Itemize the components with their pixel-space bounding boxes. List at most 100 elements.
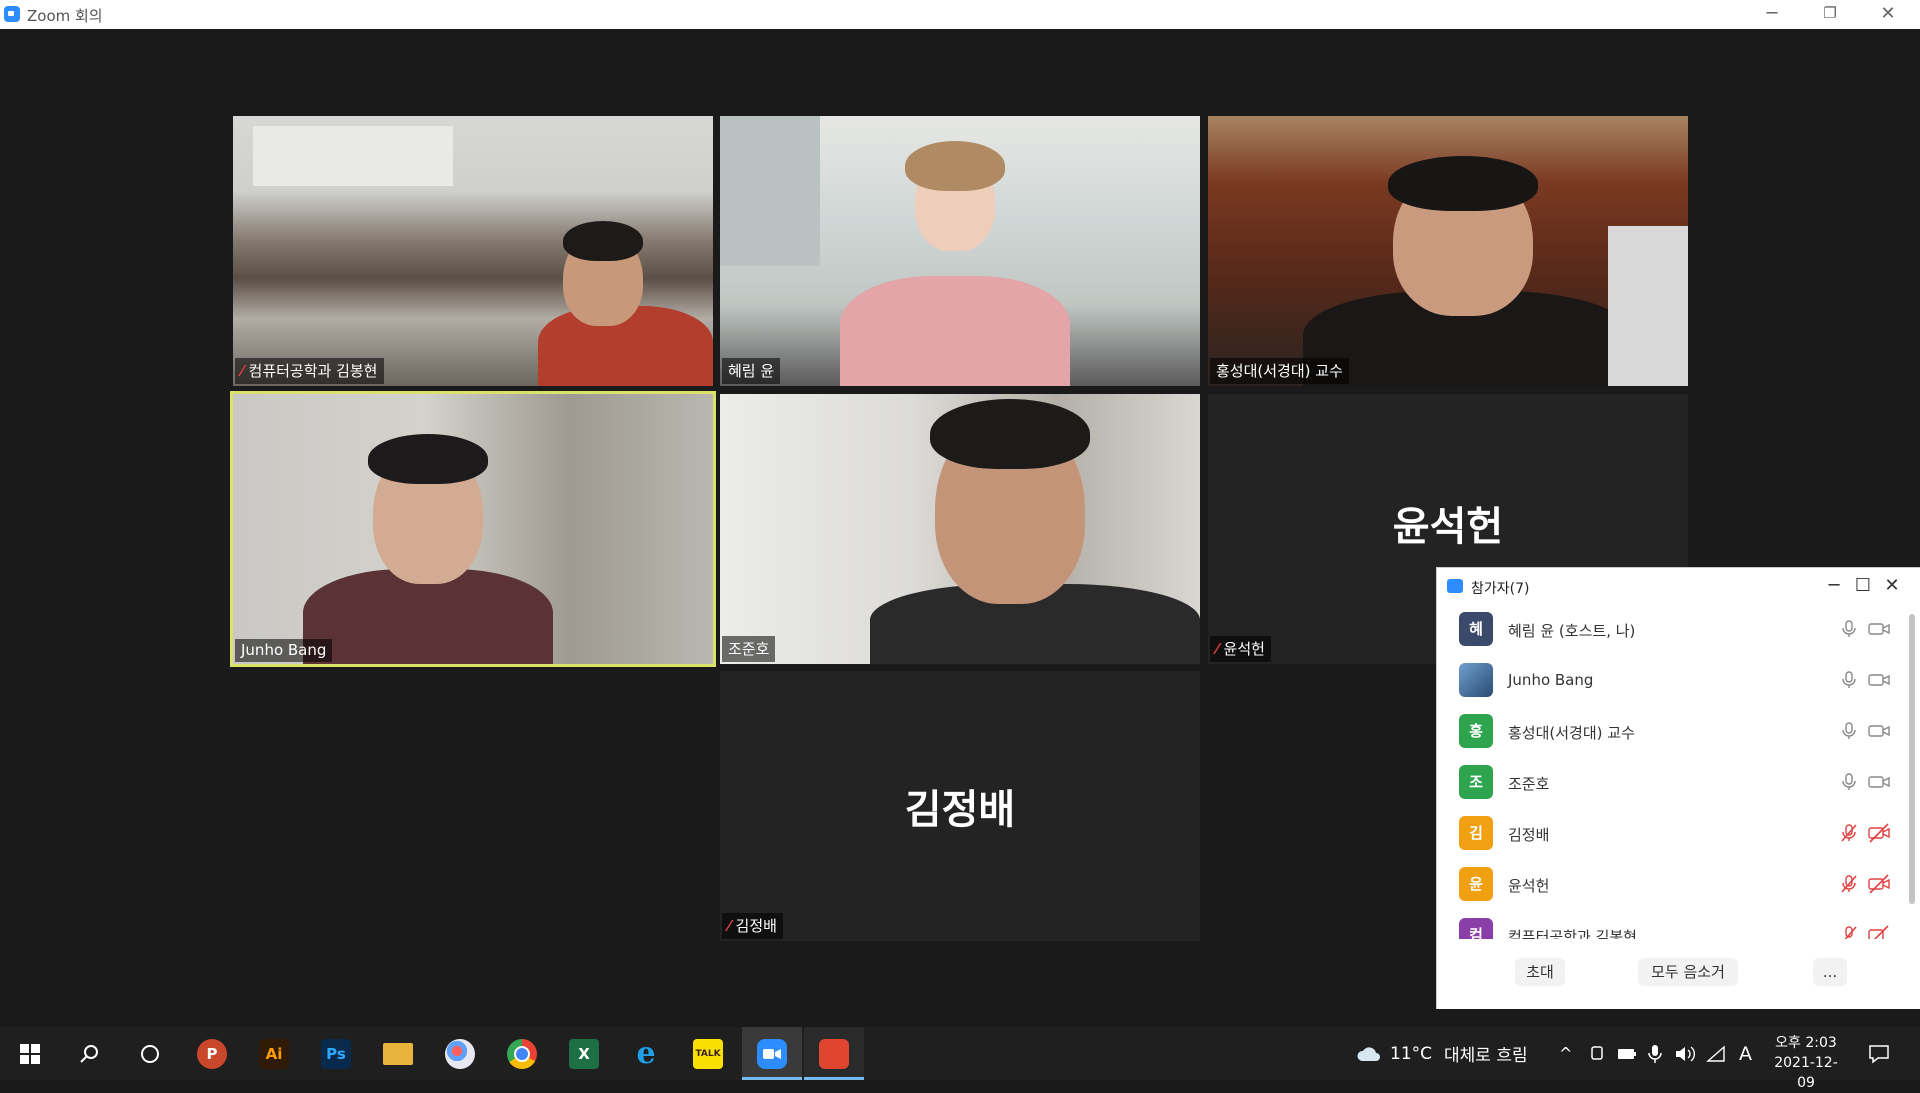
file-explorer-taskbar-button[interactable] (368, 1027, 428, 1080)
clock[interactable]: 오후 2:03 2021-12-09 (1766, 1033, 1846, 1093)
video-tile-2[interactable]: 혜림 윤 (720, 116, 1200, 386)
paint-taskbar-button[interactable] (430, 1027, 490, 1080)
video-tile-5[interactable]: 조준호 (720, 394, 1200, 664)
minimize-button[interactable]: ─ (1743, 0, 1801, 29)
panel-close-button[interactable]: ✕ (1877, 573, 1907, 599)
invite-button[interactable]: 초대 (1515, 958, 1565, 986)
input-method-button[interactable]: A (1739, 1027, 1752, 1080)
app-red-icon (819, 1038, 849, 1069)
weather-description: 대체로 흐림 (1444, 1046, 1528, 1066)
participant-name: 조준호 (1508, 775, 1550, 793)
participant-row[interactable]: 홍 홍성대(서경대) 교수 (1437, 706, 1907, 757)
zoom-app-icon (4, 6, 20, 22)
participant-row[interactable]: 김 김정배 (1437, 808, 1907, 859)
zoom-camera-glyph (763, 1048, 781, 1059)
mic-muted-icon[interactable] (1839, 823, 1859, 843)
mic-icon[interactable] (1839, 619, 1859, 639)
participant-name: 컴퓨터공학과 김봉현 (1508, 928, 1637, 939)
participants-title: 참가자(7) (1471, 581, 1530, 597)
more-button[interactable]: ... (1813, 958, 1847, 986)
video-tile-4[interactable]: Junho Bang (230, 391, 716, 667)
kakaotalk-taskbar-button[interactable]: TALK (678, 1027, 738, 1080)
illustrator-taskbar-button[interactable]: Ai (244, 1027, 304, 1080)
person-hair (1388, 156, 1538, 211)
excel-taskbar-button[interactable]: X (554, 1027, 614, 1080)
show-hidden-icons-button[interactable]: ^ (1559, 1027, 1572, 1080)
kakaotalk-icon: TALK (693, 1038, 723, 1069)
tile-name-label: ⁄ 김정배 (722, 913, 783, 939)
clock-date: 2021-12-09 (1774, 1055, 1838, 1091)
video-off-icon[interactable] (1867, 874, 1891, 894)
close-button[interactable]: ✕ (1859, 0, 1917, 29)
participant-row[interactable]: 혜 혜림 윤 (호스트, 나) (1437, 604, 1907, 655)
search-button[interactable] (60, 1027, 120, 1080)
wifi-icon (1706, 1044, 1725, 1062)
video-camera-icon[interactable] (1867, 721, 1891, 741)
photoshop-taskbar-button[interactable]: Ps (306, 1027, 366, 1080)
participant-row[interactable]: 조 조준호 (1437, 757, 1907, 808)
powerpoint-taskbar-button[interactable]: P (182, 1027, 242, 1080)
network-button[interactable] (1706, 1027, 1726, 1080)
photoshop-icon: Ps (321, 1038, 351, 1069)
video-tile-1[interactable]: ⁄ 컴퓨터공학과 김봉현 (233, 116, 713, 386)
mic-muted-icon: ⁄ (241, 362, 244, 380)
chevron-up-icon: ^ (1559, 1044, 1573, 1063)
mic-muted-icon: ⁄ (728, 917, 731, 935)
video-bg-printer (1608, 226, 1688, 386)
participant-name: 혜림 윤 (호스트, 나) (1508, 622, 1636, 640)
participants-header: 참가자(7) ─ ☐ ✕ (1437, 568, 1920, 604)
battery-button[interactable] (1617, 1027, 1637, 1080)
weather-widget[interactable]: 11°C 대체로 흐림 (1356, 1027, 1528, 1080)
red-app-taskbar-button[interactable] (804, 1027, 864, 1080)
mic-icon[interactable] (1839, 670, 1859, 690)
paint-palette-icon (445, 1038, 475, 1069)
participant-name: 윤석헌 (1508, 877, 1550, 895)
video-camera-icon[interactable] (1867, 772, 1891, 792)
microphone-tray-button[interactable] (1648, 1027, 1662, 1080)
chrome-icon-center (514, 1045, 530, 1062)
tile-name-label: 홍성대(서경대) 교수 (1210, 358, 1349, 384)
video-off-icon[interactable] (1867, 925, 1891, 939)
tile-name-label: 혜림 윤 (722, 358, 781, 384)
excel-icon: X (569, 1038, 599, 1069)
tile-name-label: ⁄ 컴퓨터공학과 김봉현 (235, 358, 384, 384)
participant-row[interactable]: Junho Bang (1437, 655, 1907, 706)
notification-center-button[interactable] (1868, 1027, 1890, 1080)
mute-all-button[interactable]: 모두 음소거 (1638, 958, 1738, 986)
participant-big-name: 김정배 (904, 787, 1016, 833)
person-body (840, 276, 1070, 386)
mic-icon[interactable] (1839, 772, 1859, 792)
speaker-icon (1676, 1045, 1695, 1062)
mic-muted-icon[interactable] (1839, 925, 1859, 939)
participant-row[interactable]: 윤 윤석헌 (1437, 859, 1907, 910)
internet-explorer-taskbar-button[interactable]: e (616, 1027, 676, 1080)
avatar: 홍 (1459, 714, 1493, 748)
participant-row[interactable]: 컴 컴퓨터공학과 김봉현 (1437, 910, 1907, 939)
participants-scrollbar[interactable] (1908, 608, 1916, 936)
window-title-bar: Zoom 회의 ─ ❐ ✕ (0, 0, 1920, 29)
windows-taskbar: P Ai Ps X e TALK 11°C 대체로 흐림 ^ A 오후 2:03 (0, 1027, 1920, 1091)
tile-name-label: Junho Bang (235, 639, 333, 662)
task-view-button[interactable] (120, 1027, 180, 1080)
participants-footer: 초대 모두 음소거 ... (1437, 948, 1920, 1009)
avatar: 윤 (1459, 867, 1493, 901)
start-button[interactable] (0, 1027, 60, 1080)
volume-button[interactable] (1674, 1027, 1696, 1080)
video-tile-7[interactable]: 김정배 ⁄ 김정배 (720, 671, 1200, 941)
video-tile-3[interactable]: 홍성대(서경대) 교수 (1208, 116, 1688, 386)
participants-panel: 참가자(7) ─ ☐ ✕ 혜 혜림 윤 (호스트, 나) Junho Bang … (1436, 567, 1920, 1009)
restore-button[interactable]: ❐ (1801, 0, 1859, 29)
mic-muted-icon[interactable] (1839, 874, 1859, 894)
mic-icon[interactable] (1839, 721, 1859, 741)
video-camera-icon[interactable] (1867, 670, 1891, 690)
tray-device-icon[interactable] (1589, 1027, 1605, 1080)
video-camera-icon[interactable] (1867, 619, 1891, 639)
participant-name: 홍성대(서경대) 교수 (1508, 724, 1635, 742)
zoom-taskbar-button[interactable] (742, 1027, 802, 1080)
chrome-taskbar-button[interactable] (492, 1027, 552, 1080)
mic-muted-icon: ⁄ (1216, 640, 1219, 658)
scrollbar-thumb[interactable] (1909, 614, 1915, 904)
panel-minimize-button[interactable]: ─ (1819, 573, 1849, 599)
video-off-icon[interactable] (1867, 823, 1891, 843)
panel-maximize-button[interactable]: ☐ (1848, 573, 1878, 599)
